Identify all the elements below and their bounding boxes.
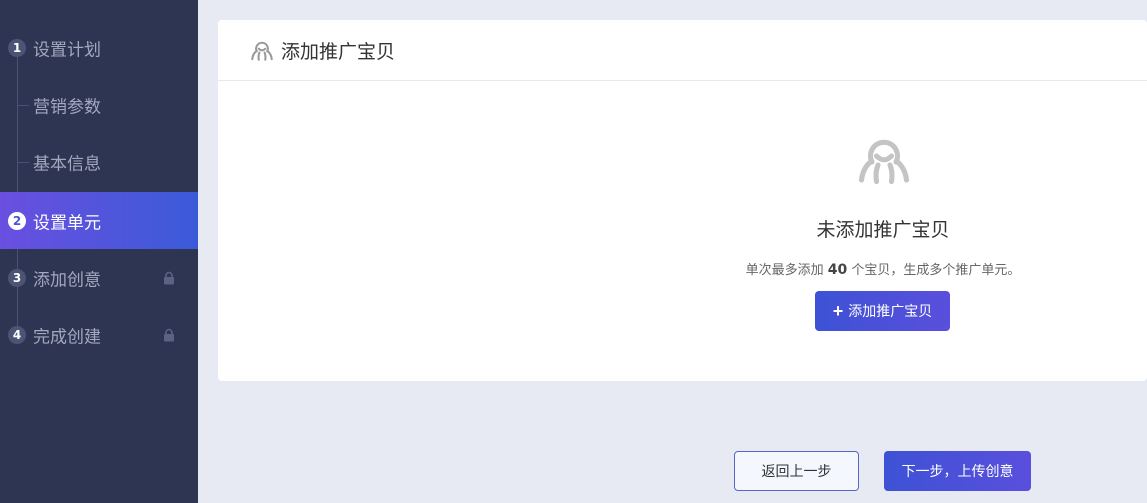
step-label: 设置计划 — [33, 40, 101, 60]
card-header: 添加推广宝贝 — [218, 20, 1147, 81]
step-label: 添加创意 — [33, 270, 101, 290]
step-basic-info[interactable]: 基本信息 — [0, 133, 198, 190]
sidebar: 1 设置计划 营销参数 基本信息 2 设置单元 3 添加创意 4 完成创建 — [0, 0, 198, 503]
hint-prefix: 单次最多添加 — [745, 263, 828, 278]
step-add-creative[interactable]: 3 添加创意 — [0, 249, 198, 306]
hint-count: 40 — [827, 262, 848, 278]
empty-title: 未添加推广宝贝 — [816, 219, 950, 241]
lock-icon — [164, 328, 174, 341]
plus-icon: + — [832, 301, 844, 321]
add-items-button[interactable]: + 添加推广宝贝 — [815, 291, 950, 331]
empty-state: 未添加推广宝贝 单次最多添加 40 个宝贝，生成多个推广单元。 + 添加推广宝贝 — [218, 81, 1147, 381]
tree-tick — [17, 161, 29, 163]
hint-suffix: 个宝贝，生成多个推广单元。 — [847, 263, 1021, 278]
step-label: 设置单元 — [33, 213, 101, 233]
step-finish-create[interactable]: 4 完成创建 — [0, 306, 198, 363]
card-title: 添加推广宝贝 — [281, 40, 396, 63]
step-number: 3 — [8, 268, 26, 287]
step-label: 营销参数 — [33, 97, 101, 117]
octopus-icon — [858, 139, 910, 185]
step-number: 1 — [8, 38, 26, 57]
tree-tick — [17, 104, 29, 106]
step-label: 基本信息 — [33, 154, 101, 174]
step-label: 完成创建 — [33, 327, 101, 347]
step-number: 4 — [8, 325, 26, 344]
step-set-plan[interactable]: 1 设置计划 — [0, 19, 198, 76]
back-button[interactable]: 返回上一步 — [734, 451, 859, 491]
lock-icon — [164, 271, 174, 284]
add-items-label: 添加推广宝贝 — [848, 303, 933, 319]
octopus-icon — [251, 41, 273, 61]
step-number: 2 — [8, 211, 26, 230]
next-button[interactable]: 下一步，上传创意 — [884, 451, 1031, 491]
step-marketing-params[interactable]: 营销参数 — [0, 76, 198, 133]
empty-hint: 单次最多添加 40 个宝贝，生成多个推广单元。 — [218, 259, 1147, 278]
step-set-unit[interactable]: 2 设置单元 — [0, 192, 198, 249]
add-items-card: 添加推广宝贝 未添加推广宝贝 单次最多添加 40 个宝贝，生成多个推广单元。 +… — [218, 20, 1147, 381]
